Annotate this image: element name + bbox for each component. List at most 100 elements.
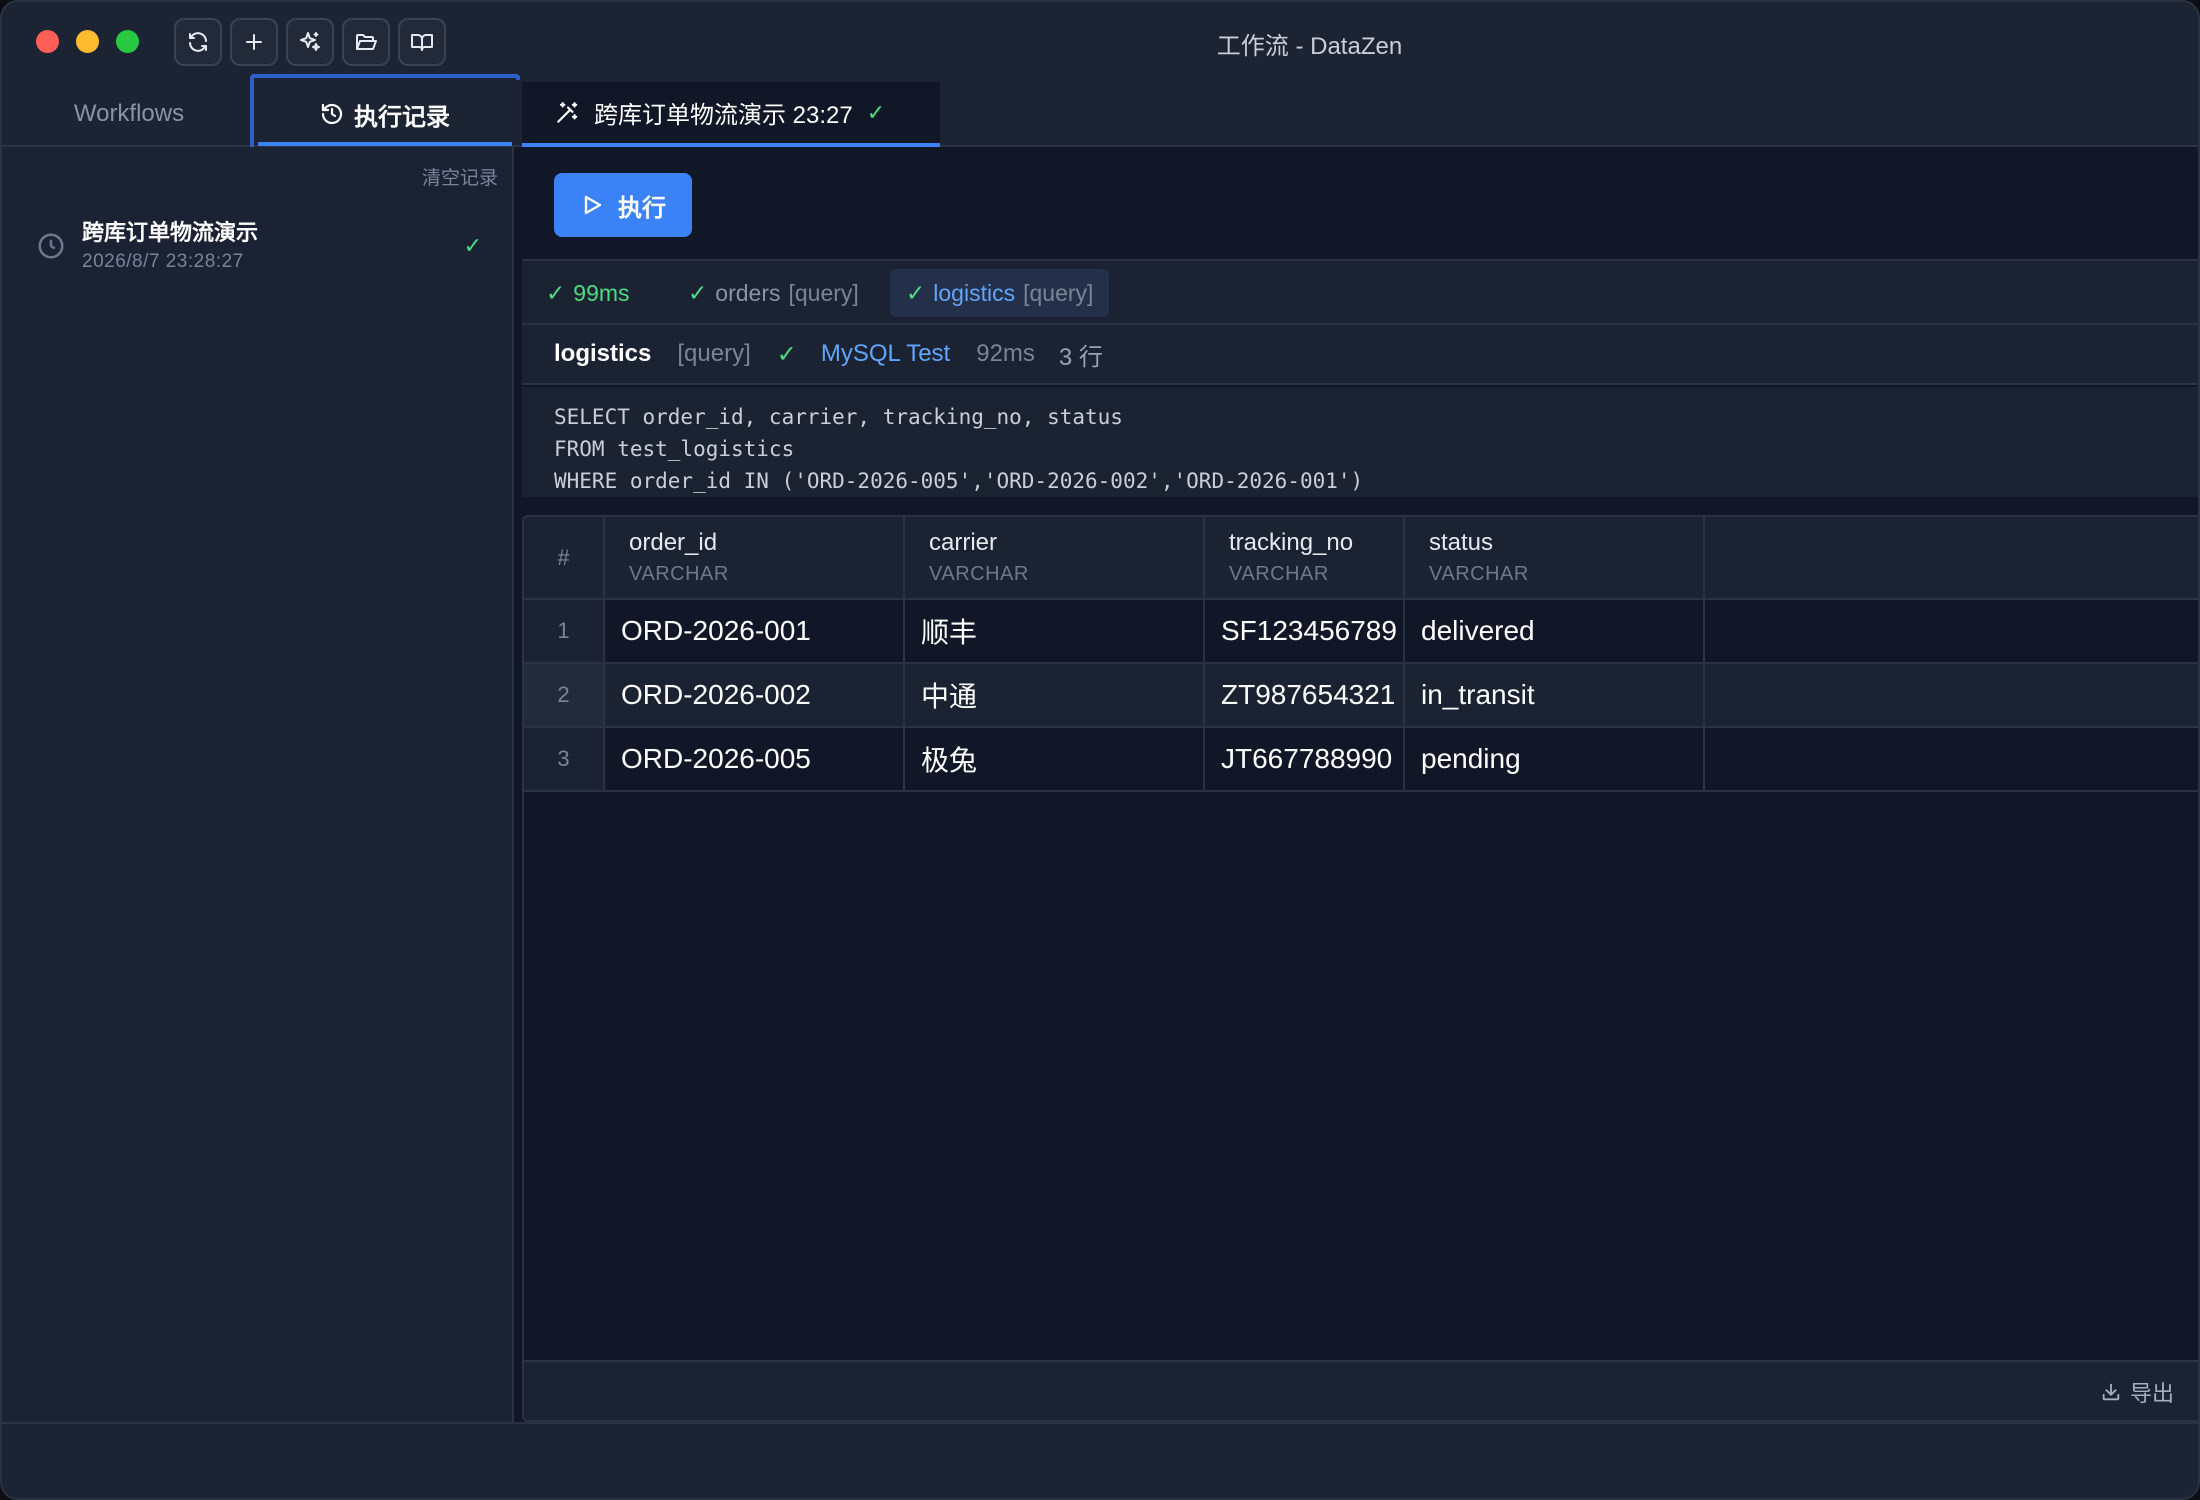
plus-icon (246, 34, 262, 50)
cell-carrier[interactable]: 极兔 (904, 727, 1205, 792)
history-item-name: 跨库订单物流演示 (82, 220, 259, 245)
table-row[interactable]: 1 ORD-2026-001 顺丰 SF123456789 delivered (524, 599, 2198, 664)
row-index-header: # (524, 517, 605, 600)
tab-workflow-run[interactable]: 跨库订单物流演示 23:27 ✓ (522, 82, 940, 147)
play-icon (584, 195, 602, 215)
sparkles-icon (300, 32, 320, 51)
datasource-link[interactable]: MySQL Test (821, 340, 950, 368)
cell-tracking-no[interactable]: JT667788990 (1204, 727, 1405, 792)
book-open-icon (411, 34, 433, 51)
cell-tracking-no[interactable]: SF123456789 (1204, 599, 1405, 664)
sql-query-text: SELECT order_id, carrier, tracking_no, s… (522, 387, 2198, 497)
column-type: VARCHAR (1429, 563, 1529, 585)
step-type: [query] (1023, 279, 1094, 306)
cell-order-id[interactable]: ORD-2026-005 (604, 727, 905, 792)
export-button-label: 导出 (2129, 1381, 2174, 1406)
row-index: 3 (524, 727, 605, 792)
column-header-tracking-no[interactable]: tracking_no VARCHAR (1204, 517, 1405, 600)
main-tab-bar: 跨库订单物流演示 23:27 ✓ (514, 80, 2198, 147)
clock-icon (36, 231, 66, 261)
folder-open-icon (356, 34, 377, 50)
maximize-window-button[interactable] (116, 30, 139, 53)
export-button[interactable]: 导出 (2100, 1376, 2174, 1408)
grid-footer: 导出 (524, 1360, 2198, 1420)
tab-workflow-run-label: 跨库订单物流演示 23:27 (594, 102, 853, 129)
tab-history-label: 执行记录 (354, 103, 450, 131)
history-item-time: 2026/8/7 23:28:27 (82, 251, 244, 272)
cell-carrier[interactable]: 顺丰 (904, 599, 1205, 664)
step-detail-name: logistics (554, 340, 652, 367)
ai-assist-button[interactable] (286, 18, 334, 66)
magic-wand-icon (557, 101, 578, 123)
row-index: 2 (524, 663, 605, 728)
refresh-button[interactable] (174, 18, 222, 66)
main-panel: 执行 ✓ 99ms ✓ orders [query] ✓ logistics [… (514, 147, 2198, 1422)
cell-order-id[interactable]: ORD-2026-001 (604, 599, 905, 664)
row-filler (1704, 599, 2198, 664)
step-detail-header: logistics [query] ✓ MySQL Test 92ms 3 行 (522, 325, 2198, 385)
step-name: orders (715, 279, 781, 306)
column-header-carrier[interactable]: carrier VARCHAR (904, 517, 1205, 600)
title-bar: 工作流 - DataZen (2, 2, 2198, 80)
download-icon (2102, 1383, 2120, 1401)
cell-status[interactable]: pending (1404, 727, 1705, 792)
window-title: 工作流 - DataZen (1216, 33, 1403, 60)
history-icon (321, 103, 343, 125)
success-check-icon: ✓ (546, 279, 566, 306)
table-row[interactable]: 3 ORD-2026-005 极兔 JT667788990 pending (524, 727, 2198, 792)
row-count: 3 行 (1058, 343, 1103, 371)
header-filler (1704, 517, 2198, 600)
success-check-icon: ✓ (906, 279, 926, 306)
sidebar: 清空记录 跨库订单物流演示 2026/8/7 23:28:27 ✓ (2, 147, 514, 1422)
step-name: logistics (933, 279, 1016, 306)
run-button[interactable]: 执行 (554, 173, 692, 237)
column-type: VARCHAR (929, 563, 1029, 585)
tab-status-icon: ✓ (866, 99, 886, 125)
total-duration-value: 99ms (573, 279, 630, 306)
step-detail-type: [query] (677, 340, 751, 367)
row-index: 1 (524, 599, 605, 664)
minimize-window-button[interactable] (76, 30, 99, 53)
tab-workflows[interactable]: Workflows (2, 80, 256, 147)
column-header-status[interactable]: status VARCHAR (1404, 517, 1705, 600)
sidebar-tabs: Workflows 执行记录 (2, 74, 520, 154)
row-filler (1704, 663, 2198, 728)
column-type: VARCHAR (1229, 563, 1329, 585)
column-name: order_id (629, 529, 718, 556)
column-name: status (1429, 529, 1494, 556)
total-duration: ✓ 99ms (530, 269, 646, 317)
column-header-order-id[interactable]: order_id VARCHAR (604, 517, 905, 600)
history-item-status-icon: ✓ (463, 233, 482, 258)
active-tab-indicator (258, 142, 512, 146)
open-folder-button[interactable] (342, 18, 390, 66)
step-chip-logistics[interactable]: ✓ logistics [query] (890, 269, 1110, 317)
row-filler (1704, 727, 2198, 792)
refresh-icon (189, 32, 207, 52)
result-grid: # order_id VARCHAR carrier VARCHAR track… (522, 515, 2198, 1422)
success-check-icon: ✓ (776, 340, 797, 368)
clear-history-button[interactable]: 清空记录 (422, 163, 498, 190)
column-type: VARCHAR (629, 563, 729, 585)
table-row[interactable]: 2 ORD-2026-002 中通 ZT987654321 in_transit (524, 663, 2198, 728)
step-type: [query] (788, 279, 859, 306)
step-chip-orders[interactable]: ✓ orders [query] (672, 269, 875, 317)
history-item[interactable]: 跨库订单物流演示 2026/8/7 23:28:27 ✓ (22, 211, 482, 285)
app-window: 工作流 - DataZen Workflows 执行记录 清空记录 跨库订单物流… (0, 0, 2200, 1500)
tab-history[interactable]: 执行记录 (250, 74, 520, 154)
column-name: carrier (929, 529, 998, 556)
success-check-icon: ✓ (688, 279, 708, 306)
new-workflow-button[interactable] (230, 18, 278, 66)
result-table: # order_id VARCHAR carrier VARCHAR track… (524, 517, 2198, 792)
step-detail-duration: 92ms (976, 340, 1035, 367)
column-name: tracking_no (1229, 529, 1354, 556)
cell-carrier[interactable]: 中通 (904, 663, 1205, 728)
cell-tracking-no[interactable]: ZT987654321 (1204, 663, 1405, 728)
execution-summary-bar: ✓ 99ms ✓ orders [query] ✓ logistics [que… (522, 259, 2198, 325)
cell-order-id[interactable]: ORD-2026-002 (604, 663, 905, 728)
close-window-button[interactable] (36, 30, 59, 53)
cell-status[interactable]: delivered (1404, 599, 1705, 664)
run-button-label: 执行 (618, 194, 666, 222)
docs-button[interactable] (398, 18, 446, 66)
status-bar (2, 1422, 2198, 1498)
cell-status[interactable]: in_transit (1404, 663, 1705, 728)
